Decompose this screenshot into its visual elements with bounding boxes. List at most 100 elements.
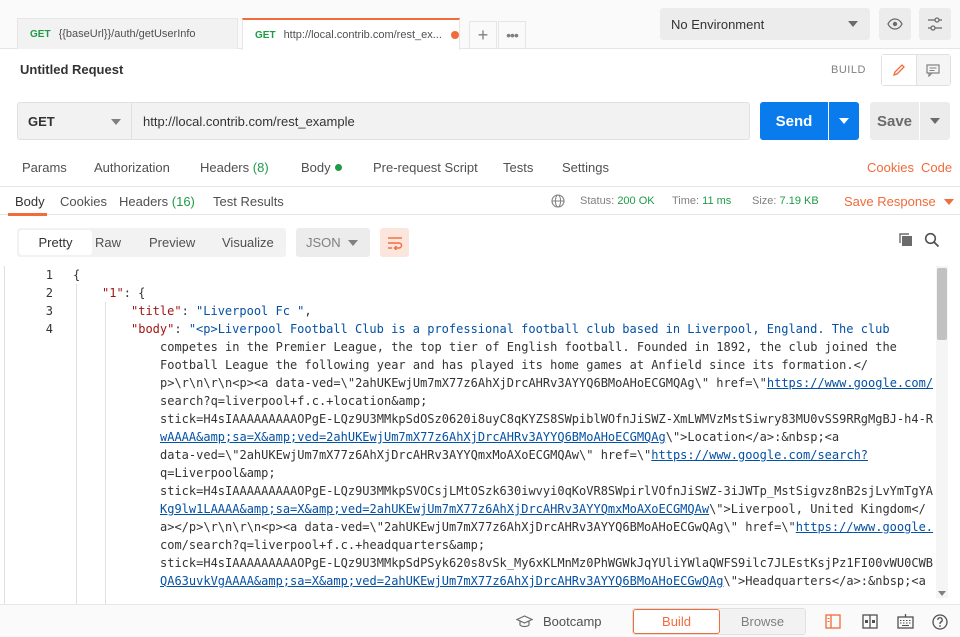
tab-headers[interactable]: Headers (8): [200, 160, 269, 175]
search-icon[interactable]: [924, 232, 940, 248]
keyboard-icon[interactable]: [897, 614, 914, 629]
environment-quick-look-button[interactable]: [879, 8, 911, 40]
browse-mode-button[interactable]: Browse: [720, 609, 805, 634]
line-number: 2: [45, 286, 53, 300]
code-line: competes in the Premier League, the top …: [160, 340, 897, 354]
layout-icon[interactable]: [862, 614, 878, 629]
scroll-down-arrow-icon[interactable]: [937, 590, 947, 598]
view-mode-raw[interactable]: Raw: [95, 235, 121, 250]
view-mode-visualize[interactable]: Visualize: [222, 235, 274, 250]
code-line[interactable]: stick=H4sIAAAAAAAAAOPgE-LQz9U3MMkpSdOSz0…: [160, 410, 933, 428]
globe-icon[interactable]: [551, 194, 565, 208]
status-value: 200 OK: [617, 195, 655, 207]
tab-method: GET: [255, 29, 276, 41]
wrap-lines-button[interactable]: [380, 228, 409, 257]
status-label: Status:: [580, 195, 615, 207]
tab-tests[interactable]: Tests: [503, 160, 533, 175]
tab-body[interactable]: Body: [301, 160, 342, 175]
format-select[interactable]: JSON: [296, 228, 370, 257]
code-line[interactable]: q=Liverpool&amp;: [160, 464, 276, 482]
http-method-select[interactable]: GET: [17, 102, 132, 140]
send-options-button[interactable]: [829, 102, 859, 140]
scrollbar-thumb[interactable]: [937, 268, 947, 340]
json-link[interactable]: https://www.google.com/: [767, 376, 933, 390]
send-button[interactable]: Send: [760, 102, 828, 140]
json-key: "title": [131, 304, 182, 318]
line-number: 1: [45, 268, 53, 282]
copy-icon[interactable]: [898, 232, 914, 248]
body-indicator-dot-icon: [334, 164, 342, 171]
unsaved-dot-icon: [451, 31, 459, 39]
bootcamp-label: Bootcamp: [543, 614, 602, 629]
tab-url: {{baseUrl}}/auth/getUserInfo: [58, 28, 196, 40]
response-headers-count: (16): [171, 194, 195, 209]
bootcamp-button[interactable]: Bootcamp: [516, 614, 602, 629]
code-line: wAAAA&amp;sa=X&amp;ved=2ahUKEwjUm7mX77z6…: [160, 428, 839, 446]
build-mode-button[interactable]: Build: [633, 609, 720, 634]
code-line[interactable]: search?q=liverpool+f.c.+location&amp;: [160, 392, 427, 410]
json-key: "body": [131, 322, 175, 336]
code-line: data-ved=\"2ahUKEwjUm7mX77z6AhXjDrcAHRv3…: [160, 446, 868, 464]
response-tab-body[interactable]: Body: [15, 194, 45, 209]
comments-button[interactable]: [916, 55, 950, 85]
json-link[interactable]: Kg9lw1LAAAA&amp;sa=X&amp;ved=2ahUKEwjUm7…: [160, 502, 709, 516]
edit-button[interactable]: [882, 55, 917, 85]
tab-prerequest-script[interactable]: Pre-request Script: [373, 160, 478, 175]
code-line[interactable]: stick=H4sIAAAAAAAAAOPgE-LQz9U3MMkpSVOCsj…: [160, 482, 933, 500]
view-mode-toggle: Pretty Raw Preview Visualize: [17, 228, 286, 257]
json-link[interactable]: QA63uvkVgAAAA&amp;sa=X&amp;ved=2ahUKEwjU…: [160, 574, 724, 588]
request-title[interactable]: Untitled Request: [20, 62, 123, 77]
two-pane-view-icon[interactable]: [825, 614, 841, 629]
environment-select[interactable]: No Environment: [660, 8, 870, 40]
manage-environments-button[interactable]: [919, 8, 951, 40]
code-line: "title": "Liverpool Fc ",: [131, 304, 312, 318]
json-link[interactable]: https://www.google.com/search?: [651, 448, 868, 462]
tab-settings[interactable]: Settings: [562, 160, 609, 175]
tab-params[interactable]: Params: [22, 160, 67, 175]
code-line[interactable]: com/search?q=liverpool+f.c.+headquarters…: [160, 536, 485, 554]
response-header: Body Cookies Headers (16) Test Results S…: [0, 186, 960, 216]
json-key: "1": [102, 286, 124, 300]
response-body-viewer[interactable]: { "1": { "title": "Liverpool Fc ", "body…: [73, 266, 935, 604]
view-mode-preview[interactable]: Preview: [149, 235, 195, 250]
json-string: p>\r\n\r\n<p><a data-ved=\"2ahUKEwjUm7mX…: [160, 376, 767, 390]
response-status: Status: 200 OK: [580, 195, 655, 207]
code-line: "body": "<p>Liverpool Football Club is a…: [131, 322, 890, 336]
save-response-button[interactable]: Save Response: [844, 194, 954, 209]
chevron-down-icon: [848, 21, 858, 27]
comment-icon: [926, 63, 940, 77]
cookies-link[interactable]: Cookies: [867, 160, 914, 175]
response-tab-headers[interactable]: Headers (16): [119, 194, 195, 209]
line-number: 3: [45, 304, 53, 318]
request-tab-bar: GET {{baseUrl}}/auth/getUserInfo GET htt…: [0, 0, 650, 50]
plus-icon: +: [477, 24, 489, 45]
code-line: "1": {: [102, 284, 145, 302]
response-tab-cookies[interactable]: Cookies: [60, 194, 107, 209]
json-link[interactable]: https://www.google.: [796, 520, 933, 534]
line-number-gutter: 1 2 3 4: [0, 266, 64, 604]
tab-authorization[interactable]: Authorization: [94, 160, 170, 175]
response-tab-test-results[interactable]: Test Results: [213, 194, 284, 209]
json-link[interactable]: wAAAA&amp;sa=X&amp;ved=2ahUKEwjUm7mX77z6…: [160, 430, 666, 444]
save-options-button[interactable]: [920, 102, 950, 140]
code-line[interactable]: stick=H4sIAAAAAAAAAOPgE-LQz9U3MMkpSdPSyk…: [160, 554, 933, 572]
request-tab-active[interactable]: GET http://local.contrib.com/rest_ex...: [242, 18, 460, 50]
size-value: 7.19 KB: [779, 195, 819, 207]
line-number: 4: [45, 322, 53, 336]
response-size: Size: 7.19 KB: [752, 195, 819, 207]
response-headers-label: Headers: [119, 194, 169, 209]
more-icon: •••: [506, 27, 519, 43]
code-link[interactable]: Code: [921, 160, 952, 175]
new-tab-button[interactable]: +: [469, 21, 497, 49]
indent-guide: [76, 284, 77, 604]
url-input[interactable]: http://local.contrib.com/rest_example: [132, 102, 750, 140]
help-icon[interactable]: [932, 614, 948, 630]
tab-options-button[interactable]: •••: [498, 21, 526, 49]
graduation-cap-icon: [516, 615, 533, 628]
save-button[interactable]: Save: [870, 102, 919, 140]
json-string: a></p>\r\n\r\n<p><a data-ved=\"2ahUKEwjU…: [160, 520, 796, 534]
environment-area: No Environment: [650, 0, 960, 49]
view-mode-pretty[interactable]: Pretty: [19, 230, 92, 255]
request-tab[interactable]: GET {{baseUrl}}/auth/getUserInfo: [17, 18, 238, 49]
sliders-icon: [928, 17, 942, 31]
